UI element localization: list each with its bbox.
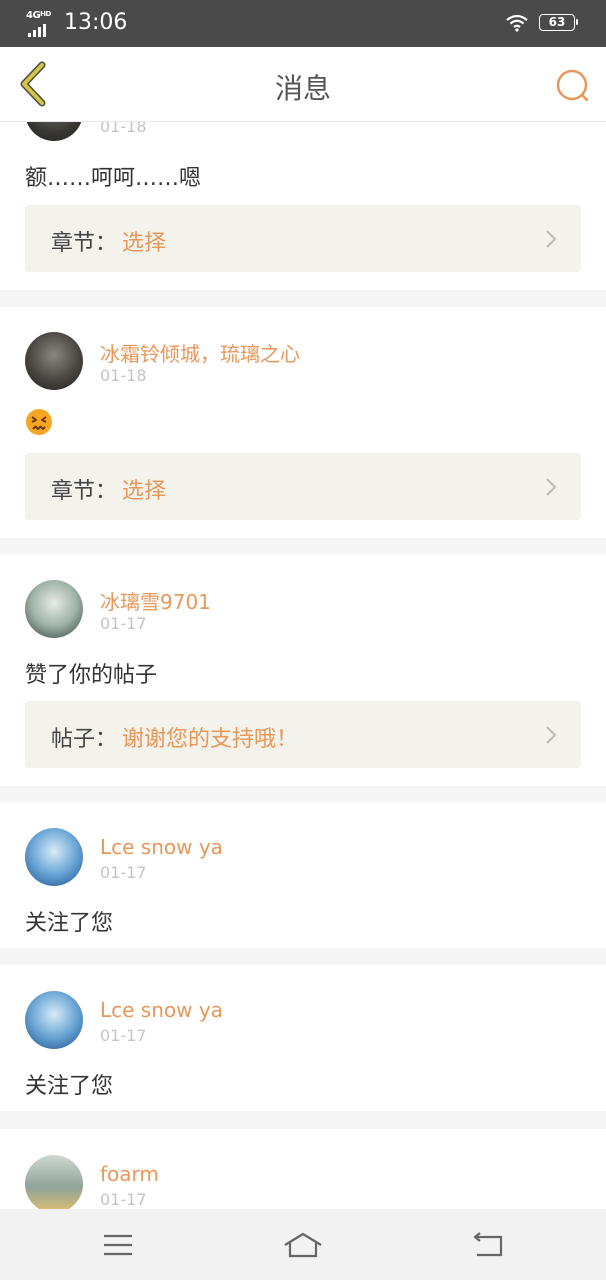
message-date: 01-18 [100,366,147,385]
avatar[interactable] [25,991,83,1049]
ref-value: 选择 [122,231,167,256]
signal-indicator: 4GHD [26,10,58,37]
avatar[interactable] [25,1155,83,1209]
username[interactable]: Lce snow ya [100,835,223,859]
ref-label: 章节： [51,231,118,256]
ref-label: 章节： [51,479,118,504]
header: 消息 [0,47,606,122]
message-text: 赞了你的帖子 [25,663,158,688]
message-card: 冰霜铃倾城，琉璃之心 01-18 章节： 选择 [0,307,606,538]
chapter-link[interactable]: 章节： 选择 [25,205,581,272]
return-icon[interactable] [468,1225,508,1265]
ref-label: 帖子： [51,727,118,752]
clock: 13:06 [64,10,128,35]
confounded-face-emoji-icon [26,409,52,435]
message-date: 01-17 [100,614,147,633]
message-date: 01-17 [100,1190,147,1209]
chevron-right-icon [546,726,557,744]
network-hd: HD [40,10,51,18]
message-card: foarm 01-17 [0,1129,606,1209]
home-icon[interactable] [283,1225,323,1265]
avatar[interactable] [25,332,83,390]
username[interactable]: 冰霜铃倾城，琉璃之心 [100,338,300,367]
chevron-right-icon [546,478,557,496]
chapter-link[interactable]: 章节： 选择 [25,453,581,520]
ref-value: 谢谢您的支持哦！ [122,727,299,752]
message-card: 冰璃雪9701 01-17 赞了你的帖子 帖子： 谢谢您的支持哦！ [0,554,606,786]
system-nav-bar [0,1209,606,1280]
status-bar: 4GHD 13:06 63 [0,0,606,47]
page-title: 消息 [274,72,331,105]
signal-icon [28,24,46,37]
battery-level: 63 [548,15,566,29]
menu-icon[interactable] [98,1225,138,1265]
message-card: Lce snow ya 01-17 关注了您 [0,802,606,948]
message-date: 01-17 [100,1026,147,1045]
chevron-right-icon [546,230,557,248]
username[interactable]: Lce snow ya [100,998,223,1022]
message-date: 01-17 [100,863,147,882]
wifi-icon [506,14,528,32]
message-card: Lce snow ya 01-17 关注了您 [0,965,606,1111]
message-text: 关注了您 [25,911,114,936]
username[interactable]: 冰璃雪9701 [100,586,211,615]
avatar[interactable] [25,828,83,886]
avatar[interactable] [25,580,83,638]
ref-value: 选择 [122,479,167,504]
network-type: 4G [26,10,41,21]
message-text: 额……呵呵……嗯 [25,166,202,191]
username[interactable]: foarm [100,1162,159,1186]
message-text: 关注了您 [25,1074,114,1099]
battery-icon: 63 [539,14,578,31]
message-list[interactable]: 01-18 额……呵呵……嗯 章节： 选择 冰霜铃倾城，琉璃之心 01-18 章… [0,47,606,1209]
post-link[interactable]: 帖子： 谢谢您的支持哦！ [25,701,581,768]
search-icon[interactable] [552,65,592,105]
